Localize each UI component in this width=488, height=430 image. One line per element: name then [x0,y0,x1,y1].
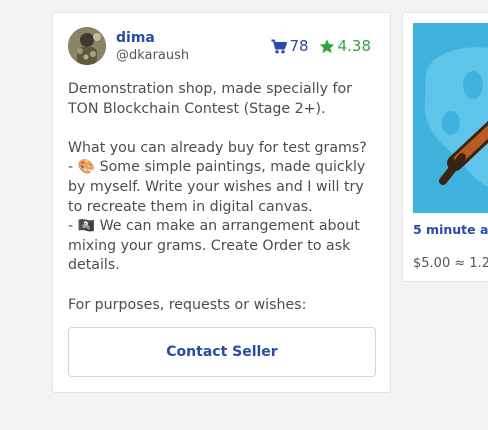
description-item-mixing: - 🏴‍☠️ We can make an arrangement about … [68,218,360,274]
description-item-paintings: - 🎨 Some simple paintings, made quickly … [68,159,366,215]
cart-icon [271,39,287,53]
seller-card: dima @dkaraush 78 4.38 Demonstration sho… [52,12,391,393]
pirate-flag-icon: 🏴‍☠️ [77,218,96,235]
palette-painting-icon [413,23,488,213]
palette-icon: 🎨 [77,159,96,176]
seller-name[interactable]: dima [116,30,155,46]
seller-description: Demonstration shop, made specially for T… [68,80,380,315]
description-question: What you can already buy for test grams? [68,139,367,156]
description-item-mixing-text: We can make an arrangement about mixing … [68,218,360,274]
orders-count: 78 [289,37,309,55]
contact-seller-button[interactable]: Contact Seller [68,327,376,377]
product-title[interactable]: 5 minute ar [413,222,488,237]
description-footer: For purposes, requests or wishes: [68,296,307,313]
rating-stat: 4.38 [319,37,371,55]
description-intro: Demonstration shop, made specially for T… [68,81,353,117]
seller-handle: @dkaraush [116,48,190,63]
orders-stat: 78 [271,37,309,55]
product-image[interactable] [413,23,488,213]
description-item-paintings-text: Some simple paintings, made quickly by m… [68,159,366,215]
seller-avatar[interactable] [68,27,106,65]
star-icon [319,38,334,53]
product-card[interactable]: 5 minute ar $5.00 ≈ 1.2 [402,12,488,282]
page: dima @dkaraush 78 4.38 Demonstration sho… [0,0,488,430]
rating-value: 4.38 [337,37,371,55]
product-price: $5.00 ≈ 1.2 [413,256,488,271]
avatar-photo-icon [68,27,106,65]
seller-stats: 78 4.38 [271,37,371,55]
